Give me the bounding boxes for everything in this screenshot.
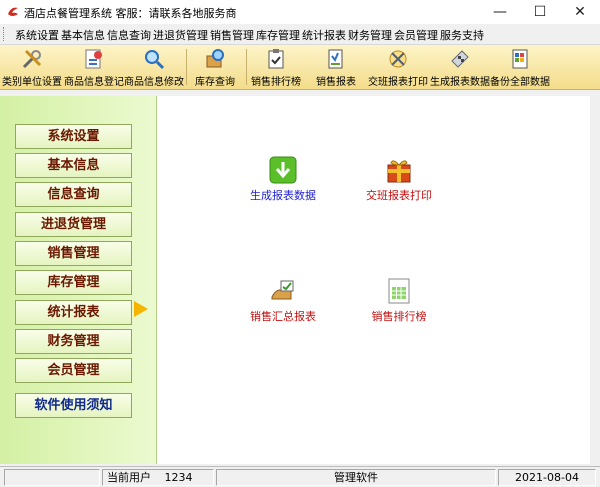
menu-service[interactable]: 服务支持 <box>440 27 484 43</box>
gift-icon <box>387 160 411 183</box>
sidebar-item-basic-info[interactable]: 基本信息 <box>15 153 132 178</box>
status-app-name: 管理软件 <box>216 469 496 486</box>
module-shift-report-print[interactable]: 交班报表打印 <box>339 156 459 203</box>
sidebar-item-inventory[interactable]: 库存管理 <box>15 270 132 295</box>
module-sales-ranking[interactable]: 销售排行榜 <box>339 277 459 324</box>
tool-label: 商品信息登记 <box>64 77 124 88</box>
sidebar-item-sales[interactable]: 销售管理 <box>15 241 132 266</box>
module-label: 生成报表数据 <box>250 189 316 202</box>
tool-label: 销售排行榜 <box>251 77 301 88</box>
menu-basic-info[interactable]: 基本信息 <box>61 27 105 43</box>
minimize-button[interactable]: — <box>480 0 520 24</box>
tool-product-register[interactable]: 商品信息登记 <box>64 47 124 88</box>
close-button[interactable]: ✕ <box>560 0 600 24</box>
menu-purchase-return[interactable]: 进退货管理 <box>153 27 208 43</box>
calculator-icon <box>451 50 469 68</box>
print-icon <box>389 50 407 68</box>
module-label: 销售排行榜 <box>371 310 427 323</box>
tool-inventory-query[interactable]: 库存查询 <box>185 47 245 88</box>
register-icon <box>85 49 102 69</box>
module-label: 交班报表打印 <box>366 189 432 202</box>
tool-sales-report[interactable]: 销售报表 <box>306 47 366 88</box>
tool-label: 交班报表打印 <box>368 77 428 88</box>
clipboard-icon <box>268 49 284 69</box>
menu-sales[interactable]: 销售管理 <box>210 27 254 43</box>
sidebar-item-finance[interactable]: 财务管理 <box>15 329 132 354</box>
tool-label: 生成报表数据 <box>430 77 490 88</box>
tool-product-edit[interactable]: 商品信息修改 <box>124 47 184 88</box>
backup-icon <box>512 49 528 69</box>
status-bar: 当前用户 1234 管理软件 2021-08-04 <box>0 466 600 487</box>
sidebar-item-info-query[interactable]: 信息查询 <box>15 182 132 207</box>
vertical-scrollbar[interactable] <box>590 96 600 464</box>
toolbar: 类别单位设置 商品信息登记 商品信息修改 库存查询 销售排行榜 销售报表 交班报… <box>0 45 600 90</box>
module-sales-summary[interactable]: 销售汇总报表 <box>223 277 343 324</box>
menu-info-query[interactable]: 信息查询 <box>107 27 151 43</box>
menu-finance[interactable]: 财务管理 <box>348 27 392 43</box>
tools-icon <box>22 49 42 69</box>
sidebar-item-user-guide[interactable]: 软件使用须知 <box>15 393 132 418</box>
magnifier-icon <box>145 50 165 70</box>
status-cell-empty <box>4 469 100 486</box>
content-panel: 生成报表数据 交班报表打印 销售汇总报表 销售排行榜 <box>157 96 590 464</box>
sidebar-item-purchase-return[interactable]: 进退货管理 <box>15 212 132 237</box>
summary-icon <box>271 280 294 300</box>
menu-system-settings[interactable]: 系统设置 <box>15 27 59 43</box>
tool-shift-print[interactable]: 交班报表打印 <box>368 47 428 88</box>
tool-label: 销售报表 <box>316 77 356 88</box>
menu-statistics[interactable]: 统计报表 <box>302 27 346 43</box>
status-date: 2021-08-04 <box>498 469 596 486</box>
active-arrow-icon <box>134 301 148 317</box>
menu-bar: 系统设置 基本信息 信息查询 进退货管理 销售管理 库存管理 统计报表 财务管理… <box>0 24 600 45</box>
status-current-user: 当前用户 1234 <box>102 469 214 486</box>
current-user-label: 当前用户 <box>107 471 151 484</box>
tool-sales-ranking[interactable]: 销售排行榜 <box>246 47 306 88</box>
current-user-value: 1234 <box>164 471 193 484</box>
module-generate-report-data[interactable]: 生成报表数据 <box>223 156 343 203</box>
menu-inventory[interactable]: 库存管理 <box>256 27 300 43</box>
tool-category-unit[interactable]: 类别单位设置 <box>2 47 62 88</box>
tool-label: 备份全部数据 <box>490 77 550 88</box>
download-icon <box>269 156 297 184</box>
spreadsheet-icon <box>388 278 410 304</box>
tool-backup-all[interactable]: 备份全部数据 <box>490 47 550 88</box>
maximize-button[interactable]: ☐ <box>520 0 560 24</box>
sidebar-item-system-settings[interactable]: 系统设置 <box>15 124 132 149</box>
sidebar-item-members[interactable]: 会员管理 <box>15 358 132 383</box>
menu-grip[interactable] <box>3 27 7 41</box>
module-label: 销售汇总报表 <box>250 310 316 323</box>
tool-label: 商品信息修改 <box>124 77 184 88</box>
tool-label: 库存查询 <box>195 77 235 88</box>
report-icon <box>328 49 343 69</box>
sidebar-item-statistics[interactable]: 统计报表 <box>15 300 132 325</box>
app-logo-icon <box>8 7 18 16</box>
window-title: 酒店点餐管理系统 客服：请联系各地服务商 <box>24 7 237 20</box>
inventory-icon <box>206 49 224 68</box>
tool-generate-data[interactable]: 生成报表数据 <box>430 47 490 88</box>
title-bar: 酒店点餐管理系统 客服：请联系各地服务商 — ☐ ✕ <box>0 0 600 25</box>
menu-members[interactable]: 会员管理 <box>394 27 438 43</box>
tool-label: 类别单位设置 <box>2 77 62 88</box>
